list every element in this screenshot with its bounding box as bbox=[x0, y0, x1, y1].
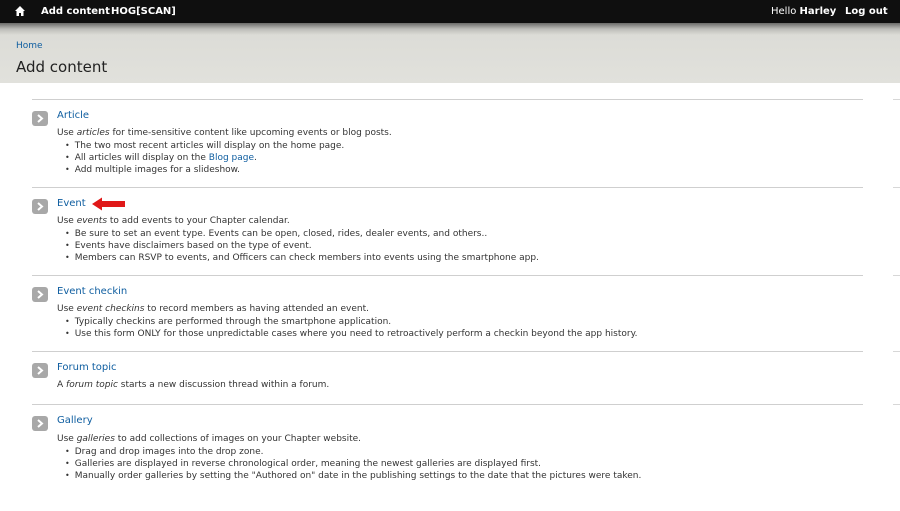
user-greeting: Hello Harley bbox=[771, 6, 836, 17]
list-item-gallery: Gallery Use galleries to add collections… bbox=[32, 404, 863, 494]
list-item-event: Event Use events to add events to your C… bbox=[32, 187, 863, 275]
bullet-item: Events have disclaimers based on the typ… bbox=[65, 240, 539, 252]
content-type-link-gallery[interactable]: Gallery bbox=[57, 415, 93, 426]
divider bbox=[893, 275, 900, 276]
bullet-list: The two most recent articles will displa… bbox=[65, 140, 345, 176]
desc-emphasis: events bbox=[76, 216, 108, 226]
desc-emphasis: event checkins bbox=[76, 304, 145, 314]
bullet-text: All articles will display on the bbox=[74, 153, 209, 163]
page-title: Add content bbox=[16, 58, 108, 76]
divider bbox=[893, 187, 900, 188]
content-type-description: Use galleries to add collections of imag… bbox=[57, 433, 361, 445]
breadcrumb-home-link[interactable]: Home bbox=[16, 41, 43, 51]
user-name-link[interactable]: Harley bbox=[800, 6, 837, 17]
desc-text: A bbox=[57, 380, 67, 390]
content-type-link-event-checkin[interactable]: Event checkin bbox=[57, 286, 127, 297]
desc-emphasis: articles bbox=[76, 128, 110, 138]
greeting-prefix: Hello bbox=[771, 6, 797, 17]
bullet-list: Drag and drop images into the drop zone.… bbox=[65, 446, 642, 482]
content-type-description: A forum topic starts a new discussion th… bbox=[57, 379, 329, 391]
list-item-forum-topic: Forum topic A forum topic starts a new d… bbox=[32, 351, 863, 404]
bullet-item: All articles will display on the Blog pa… bbox=[65, 152, 344, 164]
red-arrow-icon bbox=[92, 197, 125, 211]
divider bbox=[893, 404, 900, 405]
chevron-right-icon[interactable] bbox=[32, 111, 48, 126]
desc-text: Use bbox=[57, 304, 77, 314]
bullet-item: Galleries are displayed in reverse chron… bbox=[65, 458, 641, 470]
divider bbox=[893, 99, 900, 100]
chevron-right-icon[interactable] bbox=[32, 363, 48, 378]
content-type-link-article[interactable]: Article bbox=[57, 110, 89, 121]
toolbar-add-content-link[interactable]: Add content bbox=[41, 6, 110, 17]
bullet-item: Add multiple images for a slideshow. bbox=[65, 164, 344, 176]
content-type-description: Use events to add events to your Chapter… bbox=[57, 215, 290, 227]
bullet-list: Be sure to set an event type. Events can… bbox=[65, 228, 539, 264]
bullet-list: Typically checkins are performed through… bbox=[65, 316, 638, 340]
list-item-article: Article Use articles for time-sensitive … bbox=[32, 99, 863, 187]
bullet-item: Typically checkins are performed through… bbox=[65, 316, 637, 328]
chevron-right-icon[interactable] bbox=[32, 199, 48, 214]
content-type-description: Use articles for time-sensitive content … bbox=[57, 127, 392, 139]
desc-text: to add events to your Chapter calendar. bbox=[107, 216, 290, 226]
content-type-link-event[interactable]: Event bbox=[57, 198, 86, 209]
desc-text: to record members as having attended an … bbox=[144, 304, 369, 314]
desc-emphasis: galleries bbox=[76, 434, 115, 444]
bullet-item: Members can RSVP to events, and Officers… bbox=[65, 252, 539, 264]
logout-link[interactable]: Log out bbox=[845, 6, 888, 17]
admin-toolbar: Add content HOG[SCAN] Hello Harley Log o… bbox=[0, 0, 900, 23]
desc-text: starts a new discussion thread within a … bbox=[117, 380, 330, 390]
page-header: Home Add content bbox=[0, 23, 900, 83]
bullet-item: Use this form ONLY for those unpredictab… bbox=[65, 328, 638, 340]
bullet-item: Manually order galleries by setting the … bbox=[65, 470, 642, 482]
desc-text: to add collections of images on your Cha… bbox=[114, 434, 362, 444]
blog-page-link[interactable]: Blog page bbox=[209, 153, 254, 163]
bullet-item: Drag and drop images into the drop zone. bbox=[65, 446, 641, 458]
divider bbox=[893, 351, 900, 352]
toolbar-site-link[interactable]: HOG[SCAN] bbox=[111, 6, 176, 17]
desc-text: for time-sensitive content like upcoming… bbox=[109, 128, 392, 138]
home-icon[interactable] bbox=[14, 5, 26, 17]
desc-text: Use bbox=[57, 434, 77, 444]
content-type-link-forum-topic[interactable]: Forum topic bbox=[57, 362, 117, 373]
bullet-text: . bbox=[254, 153, 257, 163]
bullet-item: The two most recent articles will displa… bbox=[65, 140, 345, 152]
chevron-right-icon[interactable] bbox=[32, 416, 48, 431]
bullet-item: Be sure to set an event type. Events can… bbox=[65, 228, 539, 240]
list-item-event-checkin: Event checkin Use event checkins to reco… bbox=[32, 275, 863, 351]
desc-text: Use bbox=[57, 128, 77, 138]
content-type-description: Use event checkins to record members as … bbox=[57, 303, 369, 315]
desc-emphasis: forum topic bbox=[66, 380, 118, 390]
chevron-right-icon[interactable] bbox=[32, 287, 48, 302]
desc-text: Use bbox=[57, 216, 77, 226]
